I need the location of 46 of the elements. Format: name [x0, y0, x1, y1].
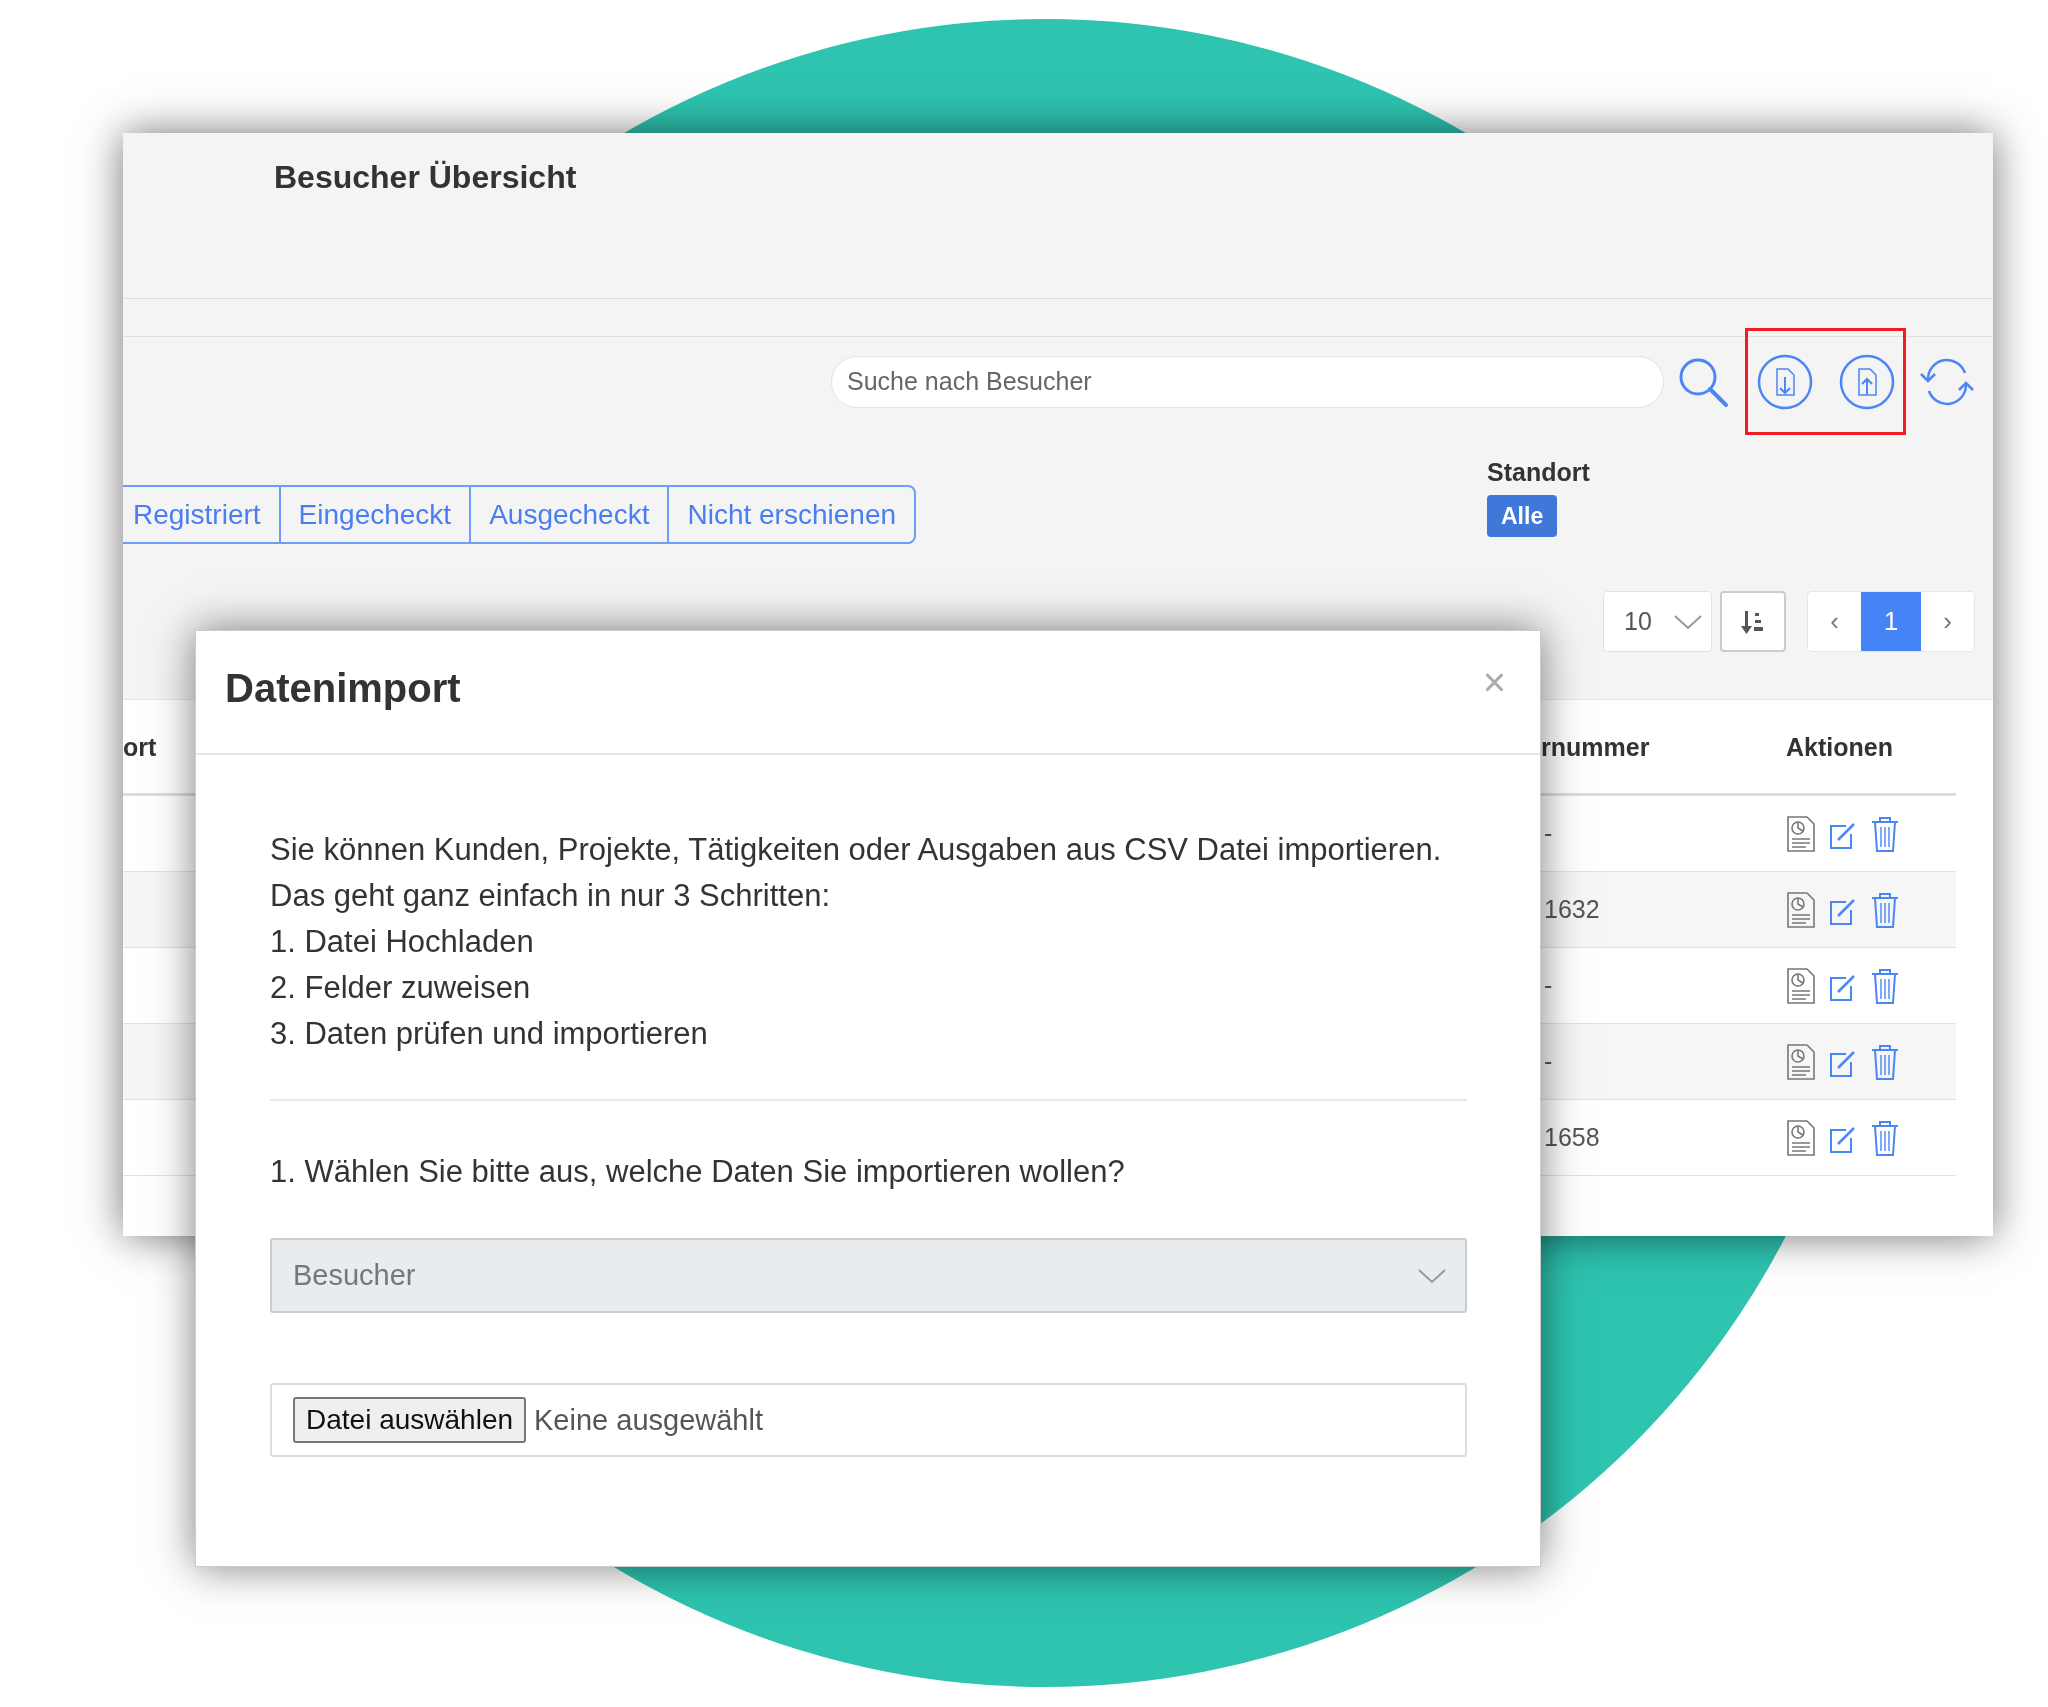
table-cell: 1632: [1544, 895, 1600, 923]
dialog-title: Datenimport: [225, 665, 461, 711]
report-document-icon[interactable]: [1786, 1118, 1816, 1157]
report-document-icon[interactable]: [1786, 1042, 1816, 1081]
intro-text: Sie können Kunden, Projekte, Tätigkeiten oder Ausgaben aus CSV Datei importieren.: [270, 831, 1443, 869]
file-upload-icon[interactable]: [1838, 352, 1896, 411]
trash-icon[interactable]: [1870, 890, 1900, 929]
report-document-icon[interactable]: [1786, 890, 1816, 929]
trash-icon[interactable]: [1870, 966, 1900, 1005]
file-download-icon[interactable]: [1756, 352, 1814, 411]
sort-icon: [1741, 608, 1765, 635]
close-button[interactable]: ×: [1478, 659, 1510, 705]
table-cell: -: [1544, 1047, 1553, 1075]
search-field[interactable]: Suche nach Besucher: [831, 355, 1664, 408]
page-title: Besucher Übersicht: [274, 159, 578, 196]
filter-label: Standort: [1487, 457, 1590, 487]
report-document-icon[interactable]: [1786, 966, 1816, 1005]
status-tab[interactable]: Registriert: [123, 487, 279, 542]
status-tab[interactable]: Eingecheckt: [278, 487, 470, 542]
question-text: 1. Wählen Sie bitte aus, welche Daten Sie importieren wollen?: [270, 1153, 1126, 1191]
column-header: ort: [123, 732, 158, 762]
table-cell: -: [1544, 971, 1553, 999]
page-size-select[interactable]: 10: [1603, 591, 1712, 652]
file-status-text: Keine ausgewählt: [534, 1403, 763, 1437]
page-button[interactable]: 1: [1861, 592, 1921, 651]
trash-icon[interactable]: [1870, 814, 1900, 853]
column-header: rnummer: [1541, 732, 1651, 762]
chevron-icon: [1673, 612, 1703, 631]
step-text: 3. Daten prüfen und importieren: [270, 1015, 709, 1053]
column-header: Aktionen: [1786, 732, 1894, 762]
file-input[interactable]: Datei auswählen Keine ausgewählt: [270, 1383, 1467, 1457]
location-filter-button[interactable]: Alle: [1487, 495, 1558, 537]
step-text: 1. Datei Hochladen: [270, 923, 535, 961]
status-tab[interactable]: Nicht erschienen: [667, 487, 915, 542]
refresh-icon[interactable]: [1919, 356, 1975, 407]
intro-text: Das geht ganz einfach in nur 3 Schritten:: [270, 877, 832, 915]
sort-button[interactable]: [1720, 591, 1786, 652]
table-cell: -: [1544, 819, 1553, 847]
status-tab[interactable]: Ausgecheckt: [469, 487, 668, 542]
trash-icon[interactable]: [1870, 1042, 1900, 1081]
report-document-icon[interactable]: [1786, 814, 1816, 853]
choose-file-button[interactable]: Datei auswählen: [293, 1397, 527, 1443]
trash-icon[interactable]: [1870, 1118, 1900, 1157]
table-cell: 1658: [1544, 1123, 1600, 1151]
chevron-icon: [1417, 1266, 1447, 1285]
step-text: 2. Felder zuweisen: [270, 969, 532, 1007]
